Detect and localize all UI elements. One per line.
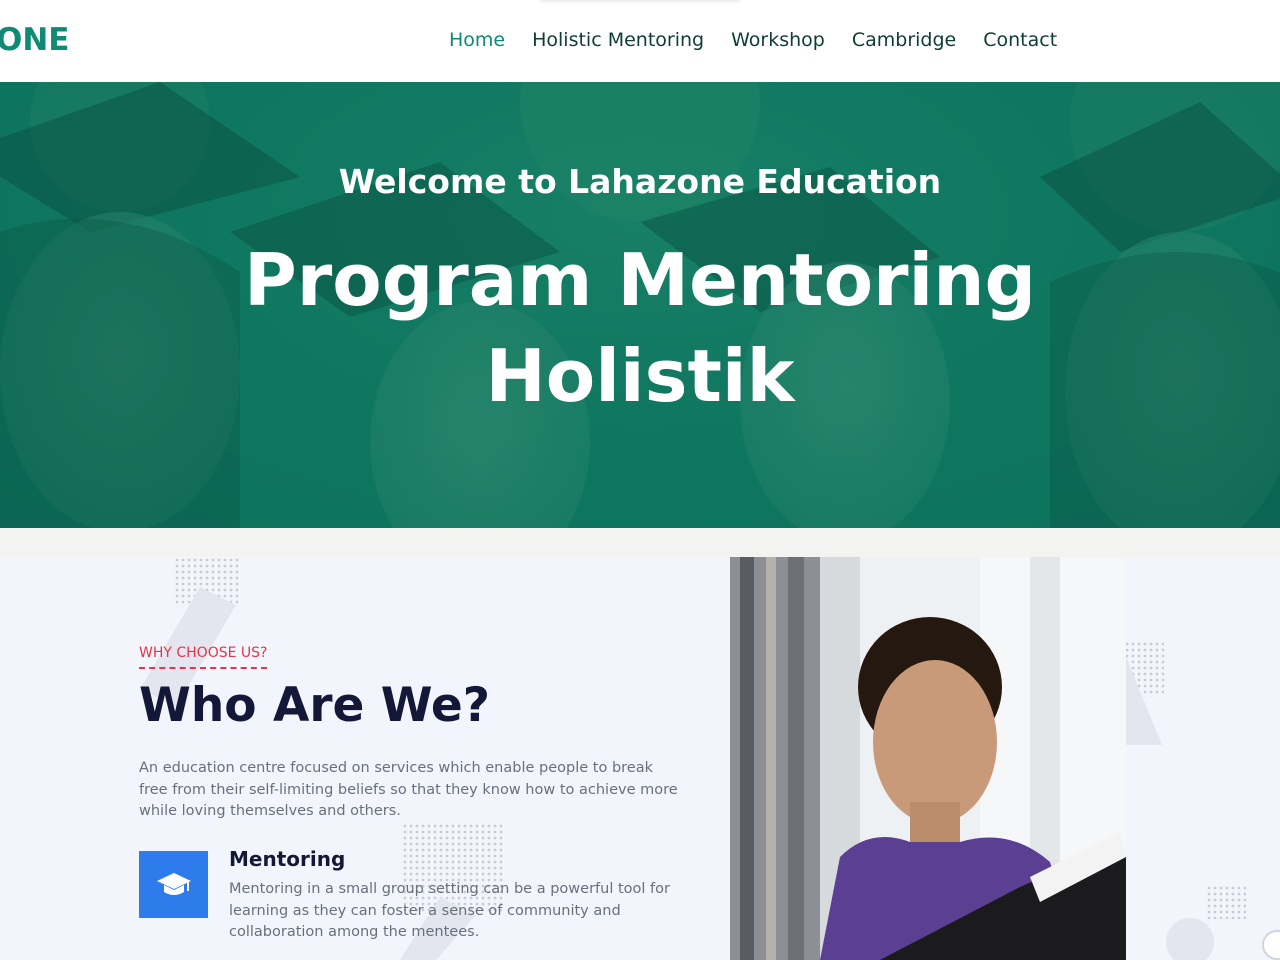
nav-contact[interactable]: Contact <box>983 29 1057 51</box>
graduation-cap-icon <box>156 872 191 895</box>
section-eyebrow: WHY CHOOSE US? <box>139 645 268 669</box>
hero-subtitle: Welcome to Lahazone Education <box>338 162 942 201</box>
nav-shadow <box>540 0 740 4</box>
hero-title: Program Mentoring Holistik <box>0 232 1280 424</box>
site-logo[interactable]: ONE <box>0 22 69 58</box>
about-section: WHY CHOOSE US? Who Are We? An education … <box>0 557 1280 960</box>
section-divider <box>0 528 1280 557</box>
nav-holistic-mentoring[interactable]: Holistic Mentoring <box>532 29 704 51</box>
site-header: ONE Home Holistic Mentoring Workshop Cam… <box>0 0 1280 82</box>
feature-text: Mentoring in a small group setting can b… <box>229 881 670 940</box>
nav-cambridge[interactable]: Cambridge <box>852 29 956 51</box>
main-nav: Home Holistic Mentoring Workshop Cambrid… <box>449 29 1057 51</box>
hero-title-line1: Program Mentoring <box>243 238 1037 322</box>
woman-reading-image <box>730 557 1126 960</box>
mentoring-icon-box <box>139 851 208 918</box>
section-description: An education centre focused on services … <box>139 760 678 819</box>
hero-banner: Welcome to Lahazone Education Program Me… <box>0 82 1280 528</box>
hero-title-line2: Holistik <box>485 334 795 418</box>
section-title: Who Are We? <box>139 678 491 733</box>
feature-title: Mentoring <box>229 847 346 871</box>
nav-workshop[interactable]: Workshop <box>731 29 825 51</box>
nav-home[interactable]: Home <box>449 29 505 51</box>
about-photo <box>730 557 1126 960</box>
